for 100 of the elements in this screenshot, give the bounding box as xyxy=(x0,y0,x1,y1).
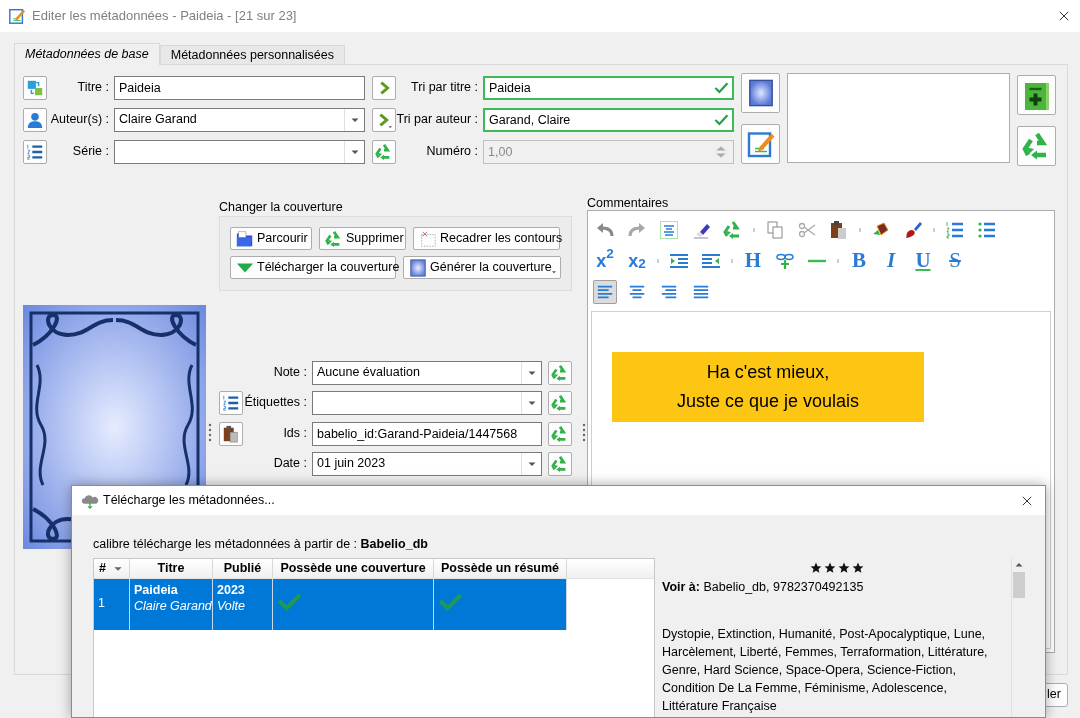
recycle-icon xyxy=(551,454,569,473)
recycle-icon xyxy=(551,424,569,443)
horizontal-rule-icon xyxy=(807,258,827,263)
field-label: Tri par titre : xyxy=(410,80,479,96)
tab[interactable]: Métadonnées personnalisées xyxy=(159,45,346,64)
cover-thumbnail-icon xyxy=(409,258,427,277)
recycle-icon xyxy=(375,143,393,161)
series-button[interactable] xyxy=(23,140,47,164)
dropdown-field[interactable] xyxy=(114,140,365,164)
italic-button[interactable]: I xyxy=(879,248,903,273)
cover-button[interactable] xyxy=(741,73,780,113)
field-label: Tri par auteur : xyxy=(396,112,479,128)
pencil-icon xyxy=(745,129,776,159)
clear-series-button[interactable] xyxy=(372,140,396,164)
publisher: Volte xyxy=(217,598,247,615)
select-all-icon xyxy=(659,219,679,240)
field-label: Série : xyxy=(71,144,110,160)
folder-icon xyxy=(236,229,254,248)
remove-format-button[interactable] xyxy=(1017,126,1056,166)
text-area[interactable] xyxy=(787,73,1010,163)
field-label: Auteur(s) : xyxy=(49,112,110,128)
field-label: Titre : xyxy=(76,80,110,96)
field-label: Ids : xyxy=(282,425,308,442)
field-label: Étiquettes : xyxy=(243,395,308,412)
heading-button[interactable]: H xyxy=(741,248,765,273)
text-field[interactable]: Paideia xyxy=(483,76,734,100)
splitter-handle-icon xyxy=(207,422,212,442)
splitter-handle-icon xyxy=(581,422,586,442)
clipboard-icon xyxy=(222,424,240,443)
link[interactable]: 9782370492135 xyxy=(773,580,864,594)
book-title: Paideia xyxy=(134,583,179,599)
align-button[interactable] xyxy=(593,279,617,304)
separator-text: , xyxy=(766,580,771,594)
publish-year: 2023 xyxy=(217,583,246,599)
dropdown-field[interactable] xyxy=(312,391,542,416)
clear-button[interactable] xyxy=(548,421,572,446)
ids-button[interactable] xyxy=(219,421,243,446)
text-field[interactable]: Paideia xyxy=(114,76,365,100)
app-icon xyxy=(8,7,26,25)
cover-thumbnail-icon xyxy=(746,79,775,107)
author-sort-button[interactable] xyxy=(372,108,396,132)
text-field[interactable]: babelio_id:Garand-Paideia/1447568 xyxy=(312,421,542,446)
recycle-icon xyxy=(551,394,569,413)
copy-icon xyxy=(765,219,785,240)
clear-button[interactable] xyxy=(548,391,572,416)
numbered-list-icon xyxy=(222,394,240,413)
dropdown-field[interactable]: 01 juin 2023 xyxy=(312,451,542,476)
recycle-icon xyxy=(723,219,743,240)
person-icon xyxy=(26,111,44,129)
table-cell: 1 xyxy=(94,579,130,630)
cover-action-button[interactable]: Parcourir xyxy=(230,227,312,250)
swap-icon xyxy=(26,79,44,97)
recycle-icon xyxy=(325,229,343,248)
tags-button[interactable] xyxy=(219,391,243,416)
field-label: Numéro : xyxy=(425,144,479,160)
cover-action-button[interactable]: Générer la couverture xyxy=(403,256,561,279)
author-button[interactable] xyxy=(23,108,47,132)
star-icon xyxy=(823,562,836,574)
tags-text: Dystopie, Extinction, Humanité, Post-Apocalyptique, Lune, Harcèlement, Liberté, Femmes, Terraformation, Littérature, Genre, Hard Science, Space-Opera, Science-Fiction, Condition De La Femme, Féminisme, Adolescence, Littérature Française xyxy=(662,625,989,715)
star-icon xyxy=(809,562,822,574)
clear-button[interactable] xyxy=(548,361,572,385)
numbered-list-icon xyxy=(945,219,965,240)
cover-action-button[interactable]: Supprimer xyxy=(319,227,406,250)
see-at-label: Voir à: xyxy=(662,580,700,594)
add-format-button[interactable] xyxy=(1017,75,1056,115)
star-icon xyxy=(837,562,850,574)
column-header[interactable]: Possède une couverture xyxy=(273,559,434,578)
scroll-thumb[interactable] xyxy=(1013,572,1025,598)
source-text: calibre télécharge les métadonnées à partir de : Babelio_db xyxy=(93,537,429,551)
cover-action-button[interactable]: Recadrer les contours xyxy=(413,227,560,250)
swap-button[interactable] xyxy=(23,76,47,100)
column-header[interactable]: Publié xyxy=(213,559,273,578)
copy-title-button[interactable] xyxy=(372,76,396,100)
close-icon xyxy=(1057,9,1071,23)
dialog-title: Télécharge les métadonnées... xyxy=(103,492,275,509)
clear-button[interactable] xyxy=(548,451,572,476)
column-header[interactable]: Titre xyxy=(130,559,213,578)
field-label: Date : xyxy=(272,456,308,472)
paste-icon xyxy=(829,219,849,240)
underline-button[interactable]: U xyxy=(911,248,935,273)
dropdown-field[interactable]: Aucune évaluation xyxy=(312,361,542,385)
section-label: Changer la couverture xyxy=(219,201,344,214)
edit-button[interactable] xyxy=(741,124,780,164)
dropdown-field[interactable]: Claire Garand xyxy=(114,108,365,132)
strikethrough-button[interactable]: S xyxy=(943,248,967,273)
brush-icon xyxy=(903,219,923,240)
comment-text: Ha c'est mieux, xyxy=(706,361,830,384)
column-header[interactable]: Possède un résumé xyxy=(434,559,567,578)
section-label: Commentaires xyxy=(587,197,670,210)
bold-button[interactable]: B xyxy=(847,248,871,273)
text-field[interactable]: Garand, Claire xyxy=(483,108,734,132)
tab[interactable]: Métadonnées de base xyxy=(14,43,160,65)
column-header[interactable]: # xyxy=(94,559,130,578)
star-icon xyxy=(851,562,864,574)
field-label: Note : xyxy=(272,365,308,381)
subscript-button[interactable]: x$_{2}$ xyxy=(625,248,649,273)
window-title: Editer les métadonnées - Paideia - [21 sur 23] xyxy=(32,7,297,25)
superscript-button[interactable]: x$^{2}$ xyxy=(593,248,617,273)
recycle-icon xyxy=(551,364,569,382)
numbered-list-icon xyxy=(26,143,44,161)
